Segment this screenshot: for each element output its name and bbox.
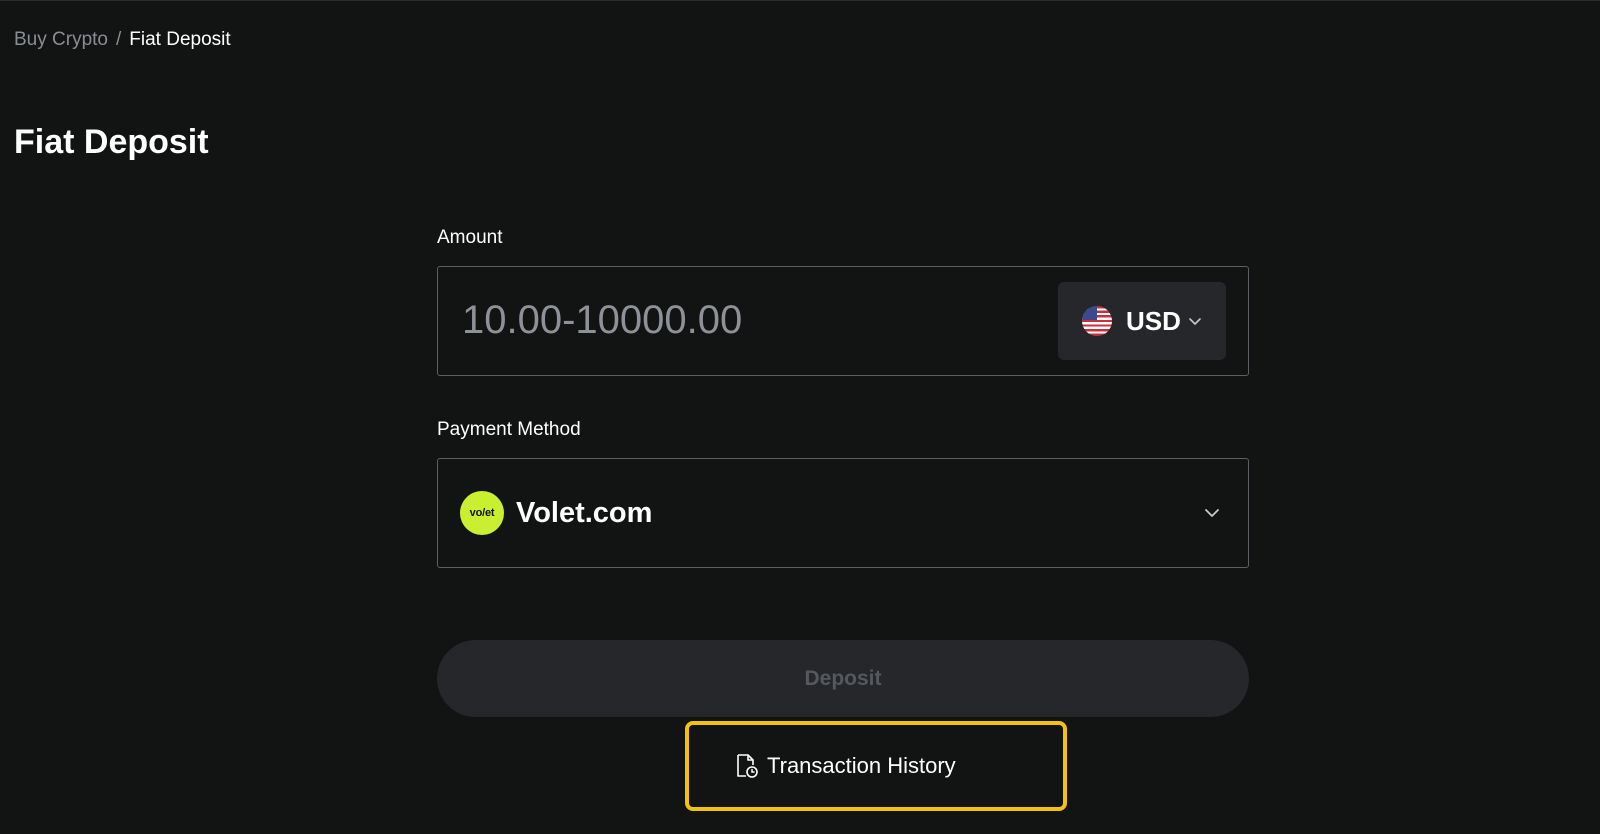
transaction-history-label: Transaction History bbox=[767, 753, 956, 778]
breadcrumb-current: Fiat Deposit bbox=[129, 29, 231, 50]
breadcrumb-separator: / bbox=[115, 29, 122, 50]
currency-code: USD bbox=[1126, 305, 1181, 336]
deposit-button[interactable]: Deposit bbox=[437, 640, 1249, 717]
document-clock-icon bbox=[737, 754, 758, 778]
transaction-history-highlight: Transaction History bbox=[685, 721, 1067, 811]
amount-input[interactable] bbox=[438, 267, 1038, 374]
breadcrumb: Buy Crypto / Fiat Deposit bbox=[14, 28, 231, 52]
payment-method-label: Payment Method bbox=[437, 419, 581, 440]
breadcrumb-link-buy-crypto[interactable]: Buy Crypto bbox=[14, 28, 108, 52]
volet-logo-icon: vo/et bbox=[460, 491, 504, 535]
volet-logo-text: vo/et bbox=[469, 507, 495, 519]
payment-method-name: Volet.com bbox=[516, 496, 653, 529]
amount-field: USD bbox=[437, 266, 1249, 376]
chevron-down-icon bbox=[1189, 318, 1201, 325]
page-title: Fiat Deposit bbox=[14, 123, 209, 161]
deposit-form: Amount USD Payment Method vo/et Volet.co… bbox=[437, 226, 1249, 568]
top-divider bbox=[0, 0, 1600, 1]
amount-label: Amount bbox=[437, 227, 503, 248]
chevron-down-icon bbox=[1205, 509, 1219, 517]
payment-method-select[interactable]: vo/et Volet.com bbox=[437, 458, 1249, 568]
transaction-history-link[interactable]: Transaction History bbox=[735, 753, 956, 779]
us-flag-icon bbox=[1082, 306, 1112, 336]
currency-select[interactable]: USD bbox=[1058, 282, 1226, 360]
